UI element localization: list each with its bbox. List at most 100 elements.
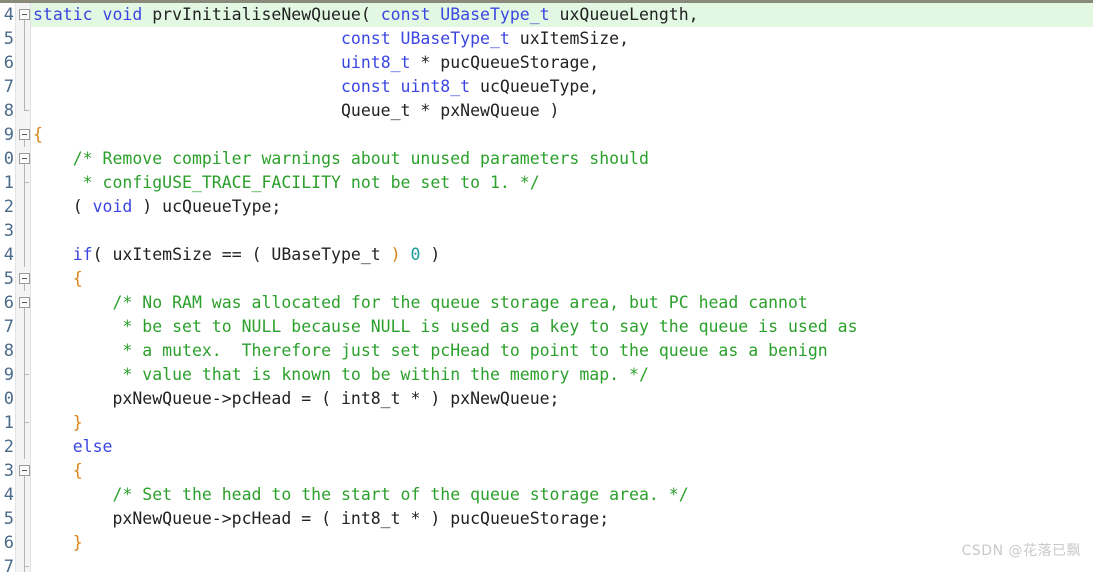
code-line[interactable] xyxy=(31,219,1093,243)
fold-cell[interactable] xyxy=(16,219,30,243)
line-number-cell: 6 xyxy=(0,291,15,315)
line-number: 1 xyxy=(3,413,14,433)
fold-guide-line xyxy=(24,387,25,411)
fold-cell[interactable] xyxy=(16,459,30,483)
fold-guide-tick xyxy=(24,411,29,435)
fold-cell[interactable] xyxy=(16,315,30,339)
fold-cell[interactable] xyxy=(16,3,30,27)
fold-cell[interactable] xyxy=(16,363,30,387)
line-number-cell: 7 xyxy=(0,555,15,572)
code-line[interactable]: } xyxy=(31,411,1093,435)
code-content-area[interactable]: static void prvInitialiseNewQueue( const… xyxy=(31,3,1093,572)
fold-cell[interactable] xyxy=(16,51,30,75)
fold-guide-line xyxy=(24,507,25,531)
code-folding-column[interactable] xyxy=(15,3,31,572)
fold-cell[interactable] xyxy=(16,387,30,411)
fold-collapse-icon[interactable] xyxy=(19,129,30,140)
line-number-cell: 1 xyxy=(0,411,15,435)
code-token-kw: else xyxy=(72,437,113,456)
code-line[interactable]: * be set to NULL because NULL is used as… xyxy=(31,315,1093,339)
code-line[interactable]: * a mutex. Therefore just set pcHead to … xyxy=(31,339,1093,363)
code-line[interactable]: /* No RAM was allocated for the queue st… xyxy=(31,291,1093,315)
fold-cell[interactable] xyxy=(16,483,30,507)
line-number: 3 xyxy=(3,221,14,241)
fold-cell[interactable] xyxy=(16,411,30,435)
line-number: 1 xyxy=(3,173,14,193)
fold-guide-line xyxy=(24,243,25,267)
code-line[interactable]: * value that is known to be within the m… xyxy=(31,363,1093,387)
line-number-cell: 7 xyxy=(0,75,15,99)
fold-cell[interactable] xyxy=(16,147,30,171)
fold-guide-line xyxy=(24,219,25,243)
code-line[interactable]: pxNewQueue->pcHead = ( int8_t * ) pxNewQ… xyxy=(31,387,1093,411)
line-number: 6 xyxy=(3,293,14,313)
fold-cell[interactable] xyxy=(16,435,30,459)
fold-collapse-icon[interactable] xyxy=(19,273,30,284)
code-line[interactable]: { xyxy=(31,123,1093,147)
fold-collapse-icon[interactable] xyxy=(19,465,30,476)
line-number-cell: 0 xyxy=(0,387,15,411)
code-token-pl: pxNewQueue->pcHead = ( int8_t * ) pxNewQ… xyxy=(33,389,560,408)
code-line[interactable]: const uint8_t ucQueueType, xyxy=(31,75,1093,99)
fold-guide-line xyxy=(24,315,25,339)
line-number: 9 xyxy=(3,125,14,145)
line-number: 0 xyxy=(3,149,14,169)
fold-guide-line xyxy=(24,75,25,99)
code-token-pl: uxQueueLength, xyxy=(549,5,699,24)
code-token-br: { xyxy=(72,269,83,288)
code-line[interactable]: { xyxy=(31,267,1093,291)
code-token-pl: ) xyxy=(420,245,441,264)
fold-cell[interactable] xyxy=(16,195,30,219)
code-token-cmt: /* Set the head to the start of the queu… xyxy=(33,485,689,504)
code-token-cmt: * a mutex. Therefore just set pcHead to … xyxy=(33,341,828,360)
fold-cell[interactable] xyxy=(16,243,30,267)
line-number: 7 xyxy=(3,557,14,572)
code-line[interactable] xyxy=(31,555,1093,572)
code-line[interactable]: /* Remove compiler warnings about unused… xyxy=(31,147,1093,171)
fold-cell[interactable] xyxy=(16,531,30,555)
fold-cell[interactable] xyxy=(16,267,30,291)
fold-guide-line xyxy=(24,483,25,507)
fold-cell[interactable] xyxy=(16,507,30,531)
fold-collapse-icon[interactable] xyxy=(19,297,30,308)
code-line[interactable]: } xyxy=(31,531,1093,555)
code-token-kw: const uint8_t xyxy=(340,77,471,96)
code-editor[interactable]: 4 5 6 7 8 9 0 1 2 3 4 5 6 7 8 9 0 1 2 3 4 5 6 7 static void prv… xyxy=(0,0,1093,572)
code-line-current[interactable]: static void prvInitialiseNewQueue( const… xyxy=(31,3,1093,27)
code-line[interactable]: { xyxy=(31,459,1093,483)
fold-cell[interactable] xyxy=(16,27,30,51)
fold-guide-tick xyxy=(24,171,29,195)
fold-cell[interactable] xyxy=(16,99,30,123)
fold-cell[interactable] xyxy=(16,75,30,99)
code-line[interactable]: if( uxItemSize == ( UBaseType_t ) 0 ) xyxy=(31,243,1093,267)
code-line[interactable]: else xyxy=(31,435,1093,459)
fold-cell[interactable] xyxy=(16,291,30,315)
code-line[interactable]: ( void ) ucQueueType; xyxy=(31,195,1093,219)
code-line[interactable]: pxNewQueue->pcHead = ( int8_t * ) pucQue… xyxy=(31,507,1093,531)
code-line[interactable]: /* Set the head to the start of the queu… xyxy=(31,483,1093,507)
line-number-cell: 8 xyxy=(0,339,15,363)
fold-collapse-icon[interactable] xyxy=(19,9,30,20)
fold-cell[interactable] xyxy=(16,171,30,195)
code-token-br: } xyxy=(72,413,83,432)
code-line[interactable]: const UBaseType_t uxItemSize, xyxy=(31,27,1093,51)
code-token-cmt: * value that is known to be within the m… xyxy=(33,365,649,384)
editor-gutter: 4 5 6 7 8 9 0 1 2 3 4 5 6 7 8 9 0 1 2 3 4 5 6 7 xyxy=(0,3,31,572)
csdn-watermark: CSDN @花落已飘 xyxy=(961,543,1081,559)
code-line[interactable]: uint8_t * pucQueueStorage, xyxy=(31,51,1093,75)
fold-cell[interactable] xyxy=(16,339,30,363)
line-number-cell: 7 xyxy=(0,315,15,339)
fold-guide-line xyxy=(24,308,25,315)
code-token-num: 0 xyxy=(410,245,421,264)
fold-collapse-icon[interactable] xyxy=(19,153,30,164)
fold-cell[interactable] xyxy=(16,555,30,572)
line-number-cell: 4 xyxy=(0,243,15,267)
line-number-cell: 9 xyxy=(0,363,15,387)
code-line[interactable]: * configUSE_TRACE_FACILITY not be set to… xyxy=(31,171,1093,195)
fold-cell[interactable] xyxy=(16,123,30,147)
code-line[interactable]: Queue_t * pxNewQueue ) xyxy=(31,99,1093,123)
